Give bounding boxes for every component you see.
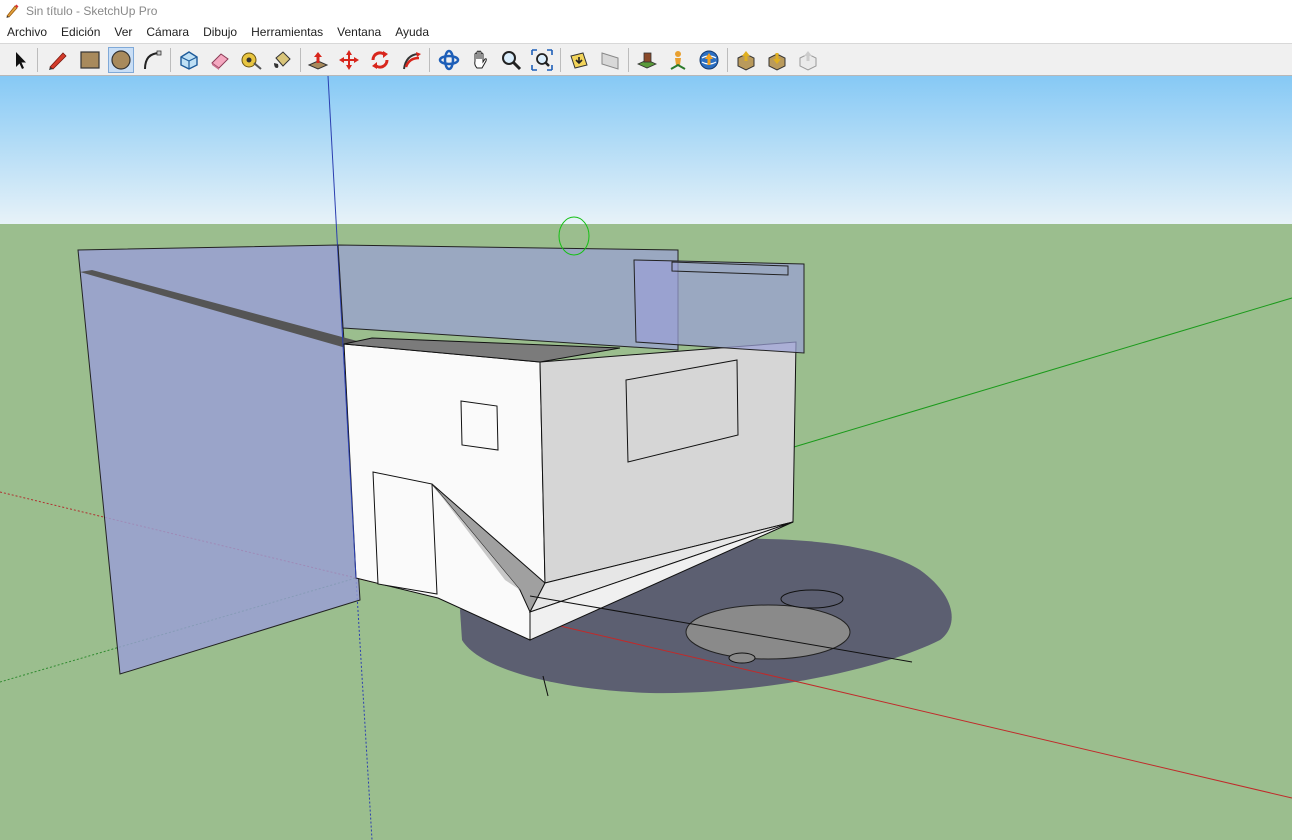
- menu-herramientas[interactable]: Herramientas: [244, 22, 330, 42]
- pencil-icon: [49, 52, 67, 70]
- shadow-ellipse-tiny: [728, 652, 756, 664]
- paint-bucket-icon: [274, 51, 291, 68]
- push-pull-icon: [307, 52, 329, 70]
- menu-archivo[interactable]: Archivo: [0, 22, 54, 42]
- shadow-ellipse-small: [780, 589, 844, 609]
- window-title: Sin título - SketchUp Pro: [26, 4, 158, 18]
- toolbar-separator: [560, 48, 561, 72]
- menu-camara[interactable]: Cámara: [139, 22, 196, 42]
- next-view-tool-button[interactable]: [597, 47, 623, 73]
- toolbar-separator: [727, 48, 728, 72]
- circle-icon: [111, 50, 131, 70]
- position-camera-icon: [670, 51, 686, 70]
- eraser-icon: [211, 53, 229, 70]
- magnifier-icon: [502, 51, 522, 71]
- share-component-tool-button[interactable]: [795, 47, 821, 73]
- hand-icon: [474, 50, 487, 69]
- rectangle-tool-button[interactable]: [77, 47, 103, 73]
- next-view-icon: [601, 52, 619, 70]
- menu-dibujo[interactable]: Dibujo: [196, 22, 244, 42]
- title-bar: Sin título - SketchUp Pro: [0, 0, 1292, 22]
- rotate-icon: [371, 51, 389, 69]
- arrow-cursor-icon: [16, 52, 26, 69]
- pan-tool-button[interactable]: [467, 47, 493, 73]
- add-location-icon: [637, 52, 657, 69]
- follow-me-tool-button[interactable]: [398, 47, 424, 73]
- make-component-tool-button[interactable]: [176, 47, 202, 73]
- window-front[interactable]: [460, 400, 499, 451]
- toolbar-separator: [300, 48, 301, 72]
- arc-icon: [144, 50, 162, 70]
- pencil-icon: [6, 4, 19, 18]
- add-location-tool-button[interactable]: [634, 47, 660, 73]
- shadow-ellipse-large: [685, 604, 851, 660]
- toolbar-separator: [170, 48, 171, 72]
- globe-icon: [699, 50, 719, 70]
- scene-canvas[interactable]: [0, 76, 1292, 840]
- arc-tool-button[interactable]: [139, 47, 165, 73]
- main-toolbar: [0, 43, 1292, 76]
- sky: [0, 76, 1292, 224]
- get-models-tool-button[interactable]: [696, 47, 722, 73]
- zoom-tool-button[interactable]: [498, 47, 524, 73]
- section-plane-back[interactable]: [633, 259, 805, 354]
- rotate-tool-button[interactable]: [367, 47, 393, 73]
- line-tool-button[interactable]: [45, 47, 71, 73]
- rectangle-icon: [80, 51, 100, 69]
- zoom-extents-icon: [531, 49, 553, 71]
- previous-view-icon: [570, 52, 588, 69]
- menu-ventana[interactable]: Ventana: [330, 22, 388, 42]
- paint-bucket-tool-button[interactable]: [269, 47, 295, 73]
- menu-edicion[interactable]: Edición: [54, 22, 107, 42]
- push-pull-tool-button[interactable]: [305, 47, 331, 73]
- menu-ver[interactable]: Ver: [107, 22, 139, 42]
- share-component-icon: [799, 51, 817, 71]
- menu-ayuda[interactable]: Ayuda: [388, 22, 436, 42]
- eraser-tool-button[interactable]: [207, 47, 233, 73]
- orbit-icon: [438, 49, 460, 71]
- menu-bar: Archivo Edición Ver Cámara Dibujo Herram…: [0, 22, 1292, 42]
- door[interactable]: [372, 471, 438, 595]
- get-components-tool-button[interactable]: [764, 47, 790, 73]
- toolbar-separator: [37, 48, 38, 72]
- toolbar-separator: [429, 48, 430, 72]
- select-tool-button[interactable]: [7, 47, 33, 73]
- model-viewport[interactable]: [0, 76, 1292, 840]
- tape-measure-icon: [241, 52, 262, 70]
- get-components-icon: [768, 53, 786, 71]
- zoom-extents-tool-button[interactable]: [529, 47, 555, 73]
- orbit-tool-button[interactable]: [436, 47, 462, 73]
- toolbar-separator: [628, 48, 629, 72]
- follow-me-icon: [403, 52, 421, 70]
- component-icon: [180, 51, 198, 70]
- share-model-icon: [737, 51, 755, 71]
- circle-tool-button[interactable]: [108, 47, 134, 73]
- tape-measure-tool-button[interactable]: [238, 47, 264, 73]
- position-camera-tool-button[interactable]: [665, 47, 691, 73]
- previous-view-tool-button[interactable]: [566, 47, 592, 73]
- move-tool-button[interactable]: [336, 47, 362, 73]
- share-model-tool-button[interactable]: [733, 47, 759, 73]
- move-icon: [339, 50, 359, 70]
